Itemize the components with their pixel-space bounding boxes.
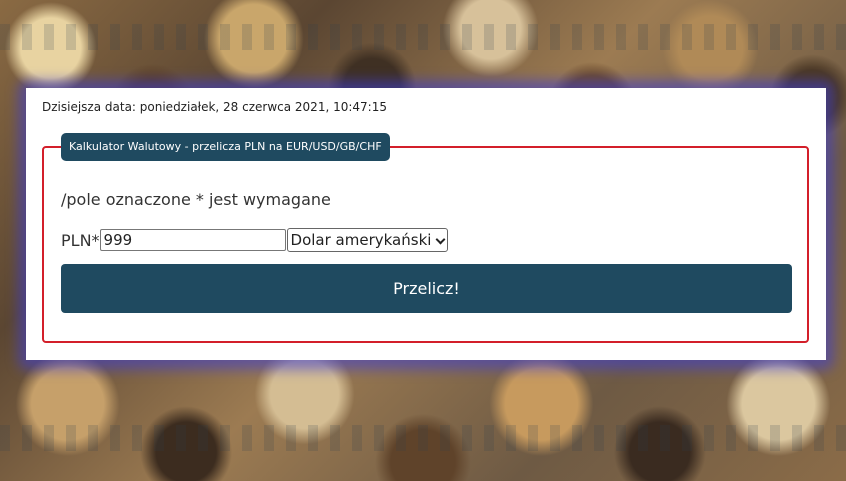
currency-calculator-form: Kalkulator Walutowy - przelicza PLN na E…: [42, 133, 809, 343]
currency-select[interactable]: Dolar amerykański: [286, 228, 449, 252]
convert-button[interactable]: Przelicz!: [61, 264, 792, 313]
pln-amount-input[interactable]: [99, 229, 286, 251]
chevron-down-icon: [435, 235, 445, 245]
amount-and-currency-row: PLN* Dolar amerykański: [61, 228, 449, 252]
pln-label: PLN*: [61, 230, 100, 250]
form-legend: Kalkulator Walutowy - przelicza PLN na E…: [61, 133, 390, 161]
currency-calculator-panel: Dzisiejsza data: poniedziałek, 28 czerwc…: [26, 88, 826, 360]
current-date-text: Dzisiejsza data: poniedziałek, 28 czerwc…: [42, 100, 387, 114]
background-pattern-bottom: [0, 425, 846, 451]
currency-selected-value: Dolar amerykański: [290, 231, 432, 249]
background-pattern-top: [0, 24, 846, 50]
required-field-note: /pole oznaczone * jest wymagane: [61, 190, 331, 209]
